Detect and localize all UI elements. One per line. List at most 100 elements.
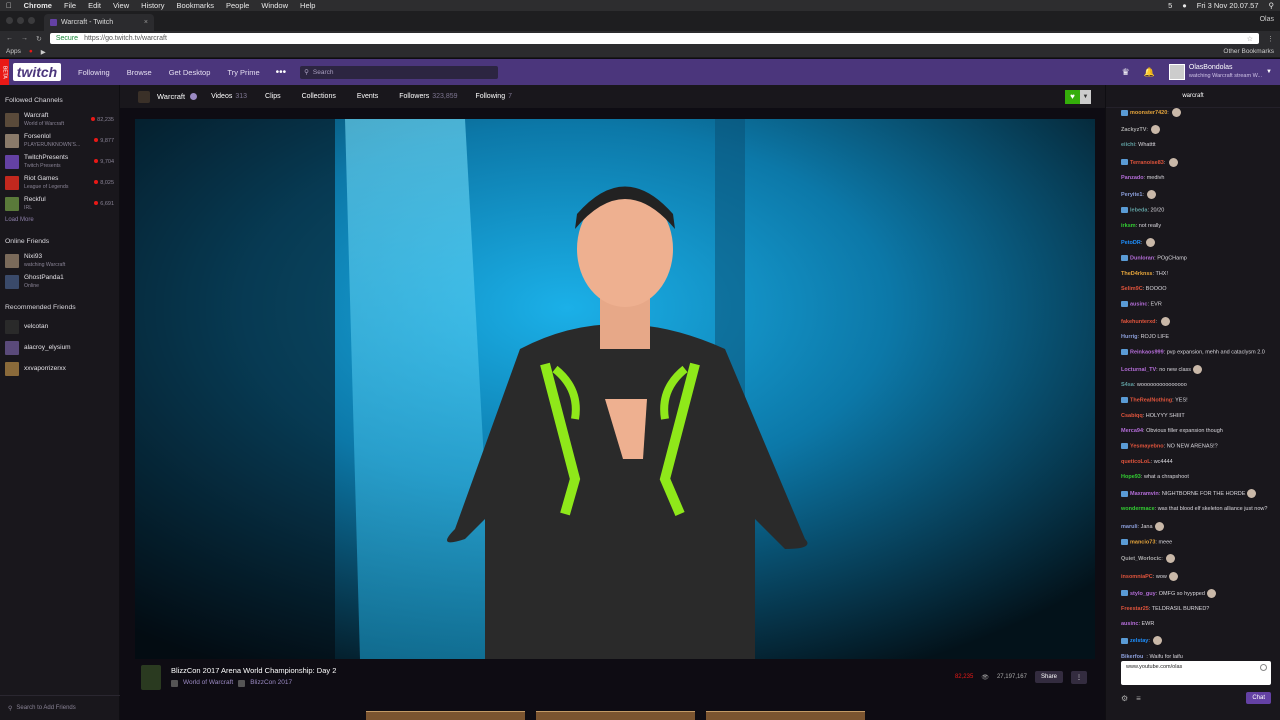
chat-username[interactable]: queticoLoL (1121, 459, 1151, 465)
sidebar-channel-item[interactable]: Riot Games League of Legends 8,025 (0, 172, 119, 193)
more-icon[interactable]: ••• (276, 67, 287, 78)
chat-username[interactable]: mancio73 (1130, 539, 1155, 545)
chat-username[interactable]: Csabiqq (1121, 413, 1143, 419)
video-thumbnail[interactable] (536, 711, 695, 720)
chat-username[interactable]: Merca94 (1121, 428, 1143, 434)
twitch-logo[interactable]: twitch (13, 63, 61, 81)
forward-icon[interactable]: → (21, 35, 28, 42)
nav-link-following[interactable]: Following (78, 68, 110, 77)
chat-username[interactable]: wondermace (1121, 506, 1155, 512)
load-more-link[interactable]: Load More (0, 214, 119, 226)
chat-username[interactable]: Hope93 (1121, 474, 1141, 480)
sidebar-channel-item[interactable]: alacroy_elysium (0, 337, 119, 358)
tab-events[interactable]: Events (357, 93, 381, 100)
clock[interactable]: Fri 3 Nov 20.07.57 (1197, 1, 1259, 10)
zoom-button[interactable] (28, 17, 35, 24)
chat-username[interactable]: Terranoise83 (1130, 160, 1164, 166)
app-menu[interactable]: Chrome (24, 1, 52, 10)
chat-username[interactable]: Peryite1 (1121, 192, 1142, 198)
chat-username[interactable]: lebeda (1130, 208, 1147, 214)
back-icon[interactable]: ← (6, 35, 13, 42)
sidebar-channel-item[interactable]: velcotan (0, 316, 119, 337)
sidebar-channel-item[interactable]: TwitchPresents Twitch Presents 9,704 (0, 151, 119, 172)
menu-view[interactable]: View (113, 1, 129, 10)
search-icon[interactable]: ⚲ (1269, 1, 1275, 10)
tab-following[interactable]: Following 7 (476, 93, 512, 100)
chat-username[interactable]: ZackyzTV (1121, 127, 1146, 133)
bookmark-icon[interactable]: ▶ (41, 48, 46, 56)
follow-button[interactable]: ♥ ▼ (1065, 90, 1091, 104)
crown-icon[interactable]: ♛ (1122, 67, 1130, 78)
sidebar-channel-item[interactable]: Warcraft World of Warcraft 82,235 (0, 109, 119, 130)
tab-videos[interactable]: Videos 313 (211, 93, 247, 100)
close-window-button[interactable] (6, 17, 13, 24)
sidebar-channel-item[interactable]: GhostPanda1 Online (0, 271, 119, 292)
game-boxart[interactable] (141, 664, 161, 690)
chat-username[interactable]: Bikerfou_ (1121, 654, 1146, 658)
browser-tab[interactable]: Warcraft - Twitch × (44, 14, 154, 31)
chat-username[interactable]: Locturnal_TV (1121, 367, 1156, 373)
tab-clips[interactable]: Clips (265, 93, 284, 100)
chat-username[interactable]: S4sa (1121, 382, 1134, 388)
menu-help[interactable]: Help (300, 1, 315, 10)
channel-avatar[interactable] (138, 90, 150, 103)
chat-username[interactable]: TheD4rknss (1121, 271, 1153, 277)
chat-username[interactable]: Maxramvin (1130, 491, 1159, 497)
sidebar-channel-item[interactable]: xxvaporrizerxx (0, 358, 119, 379)
community-link[interactable]: BlizzCon 2017 (250, 677, 292, 689)
share-button[interactable]: Share (1034, 671, 1063, 683)
search-input[interactable]: ⚲ Search (300, 65, 499, 79)
other-bookmarks[interactable]: Other Bookmarks (1223, 48, 1274, 55)
menu-people[interactable]: People (226, 1, 249, 10)
chat-username[interactable]: Yesmayebno (1130, 444, 1164, 450)
chat-username[interactable]: Freestar25 (1121, 606, 1149, 612)
chat-username[interactable]: Reinkaos999 (1130, 350, 1164, 356)
chat-username[interactable]: insomniaPC (1121, 574, 1153, 580)
menu-icon[interactable]: ⋮ (1267, 35, 1274, 43)
video-thumbnail[interactable] (366, 711, 525, 720)
viewer-list-icon[interactable]: ≡ (1136, 694, 1141, 703)
chat-username[interactable]: TheRealNothing (1130, 398, 1172, 404)
bookmark-star-icon[interactable]: ☆ (1247, 35, 1253, 43)
chat-input[interactable]: www.youtube.com/olas (1121, 661, 1271, 685)
chat-username[interactable]: maruli (1121, 524, 1138, 530)
sidebar-channel-item[interactable]: Nixi93 watching Warcraft (0, 250, 119, 271)
profile-name[interactable]: Olas (1260, 16, 1274, 23)
chat-username[interactable]: PetoDR (1121, 240, 1141, 246)
settings-icon[interactable]: ⚙ (1121, 694, 1128, 703)
nav-link-get-desktop[interactable]: Get Desktop (169, 68, 211, 77)
chat-username[interactable]: ausinc (1121, 621, 1138, 627)
chat-username[interactable]: irksm (1121, 223, 1136, 229)
user-menu[interactable]: OlasBondolas watching Warcraft stream W..… (1168, 64, 1272, 80)
bookmark-icon[interactable]: ● (29, 48, 33, 55)
chat-username[interactable]: fakehunterxd (1121, 319, 1156, 325)
friend-search-input[interactable]: ⚲ Search to Add Friends (0, 695, 120, 720)
sidebar-channel-item[interactable]: Reckful IRL 6,691 (0, 193, 119, 214)
omnibox[interactable]: Secure https://go.twitch.tv/warcraft ☆ (49, 33, 1259, 44)
chat-username[interactable]: Selim9C (1121, 286, 1143, 292)
reload-icon[interactable]: ↻ (36, 35, 42, 43)
video-thumbnail[interactable] (706, 711, 865, 720)
menu-window[interactable]: Window (261, 1, 288, 10)
chat-username[interactable]: ausinc (1130, 302, 1147, 308)
chat-username[interactable]: Hurrig (1121, 334, 1138, 340)
menu-file[interactable]: File (64, 1, 76, 10)
chat-send-button[interactable]: Chat (1246, 692, 1271, 704)
tab-collections[interactable]: Collections (302, 93, 339, 100)
nav-link-browse[interactable]: Browse (127, 68, 152, 77)
chat-username[interactable]: Quiet_Worlocic (1121, 556, 1161, 562)
chevron-down-icon[interactable]: ▼ (1080, 90, 1091, 104)
apple-icon[interactable]:  (6, 1, 12, 10)
emoji-icon[interactable] (1260, 664, 1267, 671)
nav-link-try-prime[interactable]: Try Prime (227, 68, 259, 77)
more-options-button[interactable]: ⋮ (1071, 670, 1087, 684)
chat-username[interactable]: eiichi (1121, 142, 1135, 148)
chat-username[interactable]: Panzado (1121, 175, 1144, 181)
game-link[interactable]: World of Warcraft (183, 677, 233, 689)
chat-username[interactable]: zelstay (1130, 638, 1148, 644)
chat-username[interactable]: Dunloran (1130, 256, 1154, 262)
wifi-icon[interactable]: ● (1182, 1, 1187, 10)
menu-history[interactable]: History (141, 1, 164, 10)
channel-name[interactable]: Warcraft (157, 92, 185, 101)
close-tab-icon[interactable]: × (144, 19, 148, 26)
